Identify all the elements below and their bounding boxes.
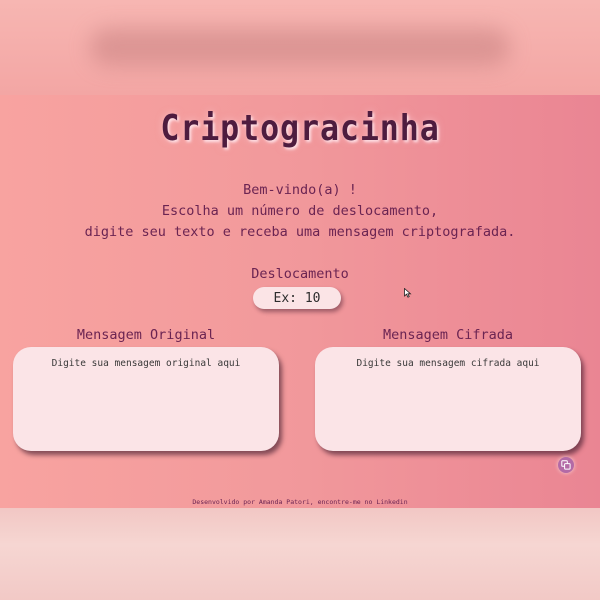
page-title: Criptogracinha: [160, 108, 440, 149]
linkedin-link[interactable]: Linkedin: [376, 498, 407, 506]
original-message-input[interactable]: [13, 347, 279, 451]
shift-input[interactable]: [253, 287, 341, 309]
original-message-label: Mensagem Original: [76, 327, 216, 343]
footer: Desenvolvido por Amanda Patori, encontre…: [0, 498, 600, 506]
shift-label: Deslocamento: [251, 266, 349, 282]
cipher-message-label: Mensagem Cifrada: [382, 327, 514, 343]
copy-button[interactable]: [558, 457, 574, 473]
blurred-header-band: [90, 28, 510, 66]
welcome-text: Bem-vindo(a) ! Escolha um número de desl…: [0, 180, 600, 243]
welcome-line-2: Escolha um número de deslocamento,: [161, 203, 439, 219]
footer-text: Desenvolvido por Amanda Patori, encontre…: [192, 498, 377, 506]
copy-icon: [561, 460, 571, 470]
mouse-cursor-icon: [404, 288, 412, 298]
bottom-blurred-band: [0, 508, 600, 600]
top-blurred-header: [0, 0, 600, 95]
welcome-line-1: Bem-vindo(a) !: [243, 182, 357, 198]
welcome-line-3: digite seu texto e receba uma mensagem c…: [84, 224, 516, 240]
cipher-message-input[interactable]: [315, 347, 581, 451]
